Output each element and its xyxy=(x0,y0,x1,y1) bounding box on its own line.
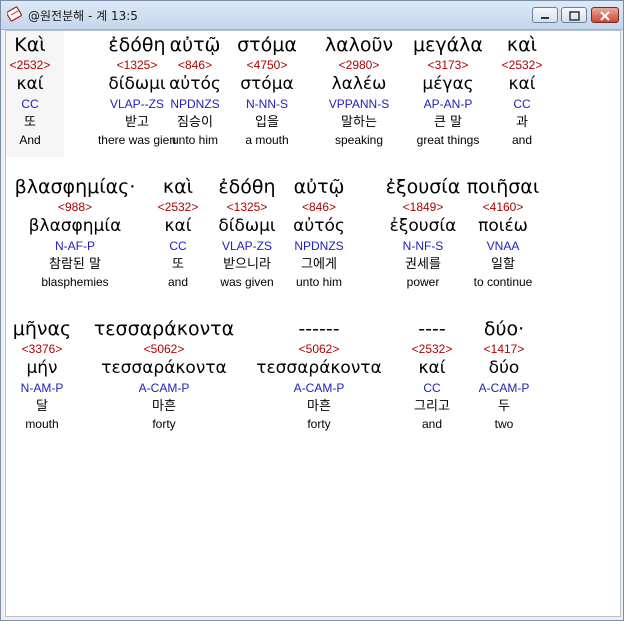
window-title: @원전분해 - 계 13:5 xyxy=(28,9,138,23)
word-english: to continue xyxy=(473,275,533,289)
word-korean: 과 xyxy=(516,115,528,130)
word-strong: <5062> xyxy=(143,342,185,356)
app-window: @원전분해 - 계 13:5 Καὶ <2532> καί CC 또 And ἐδόθη <1… xyxy=(0,0,624,621)
minimize-button[interactable] xyxy=(532,7,558,23)
word-korean: 마흔 xyxy=(152,399,176,414)
parsing-view: Καὶ <2532> καί CC 또 And ἐδόθη <1325> δίδωμι VLAP-… xyxy=(5,30,621,617)
word-lemma: ποιέω xyxy=(478,216,528,236)
word-korean: 두 xyxy=(498,399,510,414)
title-bar[interactable]: @원전분해 - 계 13:5 xyxy=(1,1,623,30)
word-parse: CC xyxy=(513,97,531,111)
word-greek: καὶ xyxy=(506,34,538,56)
word-strong: <4160> xyxy=(482,200,524,214)
word-lemma: δύο xyxy=(488,358,520,378)
word-column[interactable]: τεσσαράκοντα <5062> τεσσαράκοντα A-CAM-P 마흔 f… xyxy=(84,317,244,432)
word-lemma: καί xyxy=(508,74,536,94)
word-column[interactable]: ποιῆσαι <4160> ποιέω VNAA 일할 to continue xyxy=(423,175,583,290)
word-greek: τεσσαράκοντα xyxy=(93,318,235,340)
word-english: and xyxy=(511,133,533,147)
close-button[interactable] xyxy=(591,7,619,23)
word-parse: VNAA xyxy=(486,239,520,253)
word-strong: <1417> xyxy=(483,342,525,356)
word-parse: A-CAM-P xyxy=(478,381,530,395)
word-lemma: τεσσαράκοντα xyxy=(101,358,227,378)
word-greek: δύο· xyxy=(483,318,525,340)
maximize-button[interactable] xyxy=(561,7,587,23)
word-greek: ποιῆσαι xyxy=(466,176,540,198)
word-parse: A-CAM-P xyxy=(138,381,190,395)
word-strong: <2532> xyxy=(501,58,543,72)
bible-app-icon xyxy=(6,6,23,22)
word-english: forty xyxy=(152,417,176,431)
word-column[interactable]: καὶ <2532> καί CC 과 and xyxy=(442,33,602,148)
word-column[interactable]: δύο· <1417> δύο A-CAM-P 두 two xyxy=(424,317,584,432)
word-korean: 일할 xyxy=(491,257,515,272)
word-english: two xyxy=(494,417,514,431)
